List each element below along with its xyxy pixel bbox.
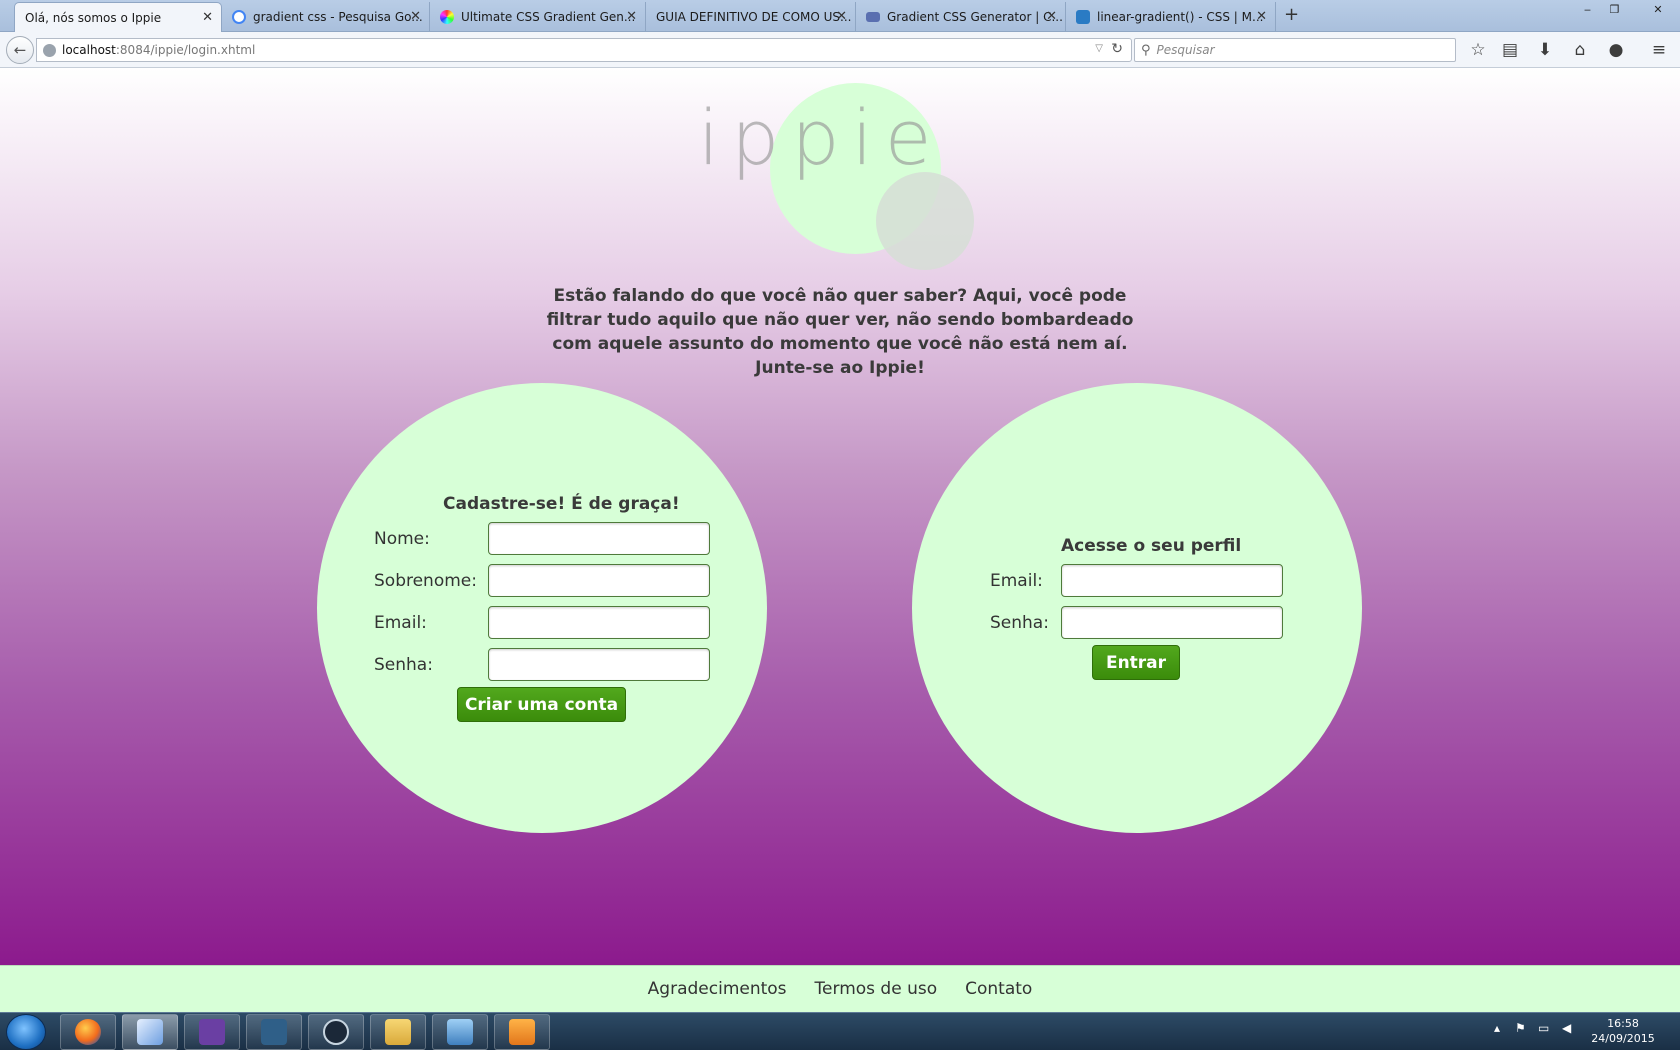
url-path: :8084/ippie/login.xhtml — [115, 43, 256, 57]
signup-password-label: Senha: — [374, 655, 433, 675]
tab-gradient-css-generator[interactable]: Gradient CSS Generator | C... ✕ — [856, 2, 1066, 32]
logo-circle-small — [876, 172, 974, 270]
login-button[interactable]: Entrar — [1092, 645, 1180, 680]
back-button[interactable]: ← — [6, 36, 34, 64]
login-email-field[interactable] — [1061, 564, 1283, 597]
dropdown-arrow-icon[interactable]: ▽ — [1095, 43, 1103, 54]
mysql-workbench-icon — [261, 1019, 287, 1045]
site-icon — [866, 12, 880, 22]
start-button[interactable] — [6, 1014, 46, 1050]
taskbar-firefox[interactable] — [60, 1014, 116, 1050]
footer: Agradecimentos Termos de uso Contato — [0, 965, 1680, 1012]
tab-title: GUIA DEFINITIVO DE COMO US... — [656, 10, 852, 24]
taskbar-photo-viewer[interactable] — [432, 1014, 488, 1050]
back-arrow-icon: ← — [13, 41, 27, 59]
tab-title: Olá, nós somos o Ippie — [25, 10, 162, 25]
close-tab-icon[interactable]: ✕ — [202, 10, 213, 25]
taskbar-mysql-workbench[interactable] — [246, 1014, 302, 1050]
surname-field[interactable] — [488, 564, 710, 597]
close-tab-icon[interactable]: ✕ — [1256, 9, 1267, 24]
clock-time: 16:58 — [1607, 1017, 1639, 1030]
login-title: Acesse o seu perfil — [1061, 536, 1242, 556]
tab-mdn-linear-gradient[interactable]: linear-gradient() - CSS | M... ✕ — [1066, 2, 1276, 32]
minimize-icon[interactable]: ‒ — [1574, 0, 1601, 18]
taskbar-media-player[interactable] — [494, 1014, 550, 1050]
chat-icon[interactable]: ● — [1605, 39, 1627, 61]
footer-link-contato[interactable]: Contato — [965, 979, 1032, 999]
taskbar: ▴ ⚑ ▭ ◀ 16:58 24/09/2015 — [0, 1012, 1680, 1050]
reload-icon[interactable]: ↻ — [1111, 41, 1123, 57]
taskbar-virtualbox[interactable] — [122, 1014, 178, 1050]
color-wheel-icon — [440, 10, 454, 24]
close-tab-icon[interactable]: ✕ — [1046, 9, 1057, 24]
taskbar-visual-studio[interactable] — [184, 1014, 240, 1050]
virtualbox-icon — [137, 1019, 163, 1045]
network-icon[interactable]: ▭ — [1538, 1021, 1549, 1035]
ippie-logo: ippie — [698, 93, 944, 182]
page-content: ippie Estão falando do que você não quer… — [0, 68, 1680, 965]
google-icon — [232, 10, 246, 24]
footer-link-agradecimentos[interactable]: Agradecimentos — [648, 979, 787, 999]
taskbar-steam[interactable] — [308, 1014, 364, 1050]
menu-icon[interactable]: ≡ — [1648, 39, 1670, 61]
visual-studio-icon — [199, 1019, 225, 1045]
home-icon[interactable]: ⌂ — [1569, 39, 1591, 61]
globe-icon — [43, 43, 56, 57]
restore-icon[interactable]: ❐ — [1601, 0, 1628, 18]
login-password-field[interactable] — [1061, 606, 1283, 639]
surname-label: Sobrenome: — [374, 571, 477, 591]
tab-guia[interactable]: GUIA DEFINITIVO DE COMO US... ✕ — [646, 2, 856, 32]
volume-icon[interactable]: ◀ — [1562, 1021, 1571, 1035]
tab-google-search[interactable]: gradient css - Pesquisa Go... ✕ — [222, 2, 430, 32]
tab-title: Gradient CSS Generator | C... — [887, 10, 1063, 24]
signup-password-field[interactable] — [488, 648, 710, 681]
close-tab-icon[interactable]: ✕ — [410, 9, 421, 24]
signup-email-label: Email: — [374, 613, 427, 633]
show-hidden-icons[interactable]: ▴ — [1494, 1021, 1500, 1035]
tab-ippie[interactable]: Olá, nós somos o Ippie ✕ — [14, 2, 222, 32]
taskbar-file-explorer[interactable] — [370, 1014, 426, 1050]
login-password-label: Senha: — [990, 613, 1049, 633]
url-host: localhost — [62, 43, 116, 57]
close-tab-icon[interactable]: ✕ — [836, 9, 847, 24]
close-tab-icon[interactable]: ✕ — [626, 9, 637, 24]
search-icon: ⚲ — [1141, 42, 1151, 58]
url-bar[interactable]: localhost :8084/ippie/login.xhtml ▽ ↻ — [36, 38, 1132, 62]
search-placeholder: Pesquisar — [1156, 43, 1215, 57]
create-account-button[interactable]: Criar uma conta — [457, 687, 626, 722]
tab-bar: Olá, nós somos o Ippie ✕ gradient css - … — [0, 0, 1680, 32]
tab-title: Ultimate CSS Gradient Gen... — [461, 10, 636, 24]
footer-link-termos[interactable]: Termos de uso — [815, 979, 938, 999]
media-player-icon — [509, 1019, 535, 1045]
name-field[interactable] — [488, 522, 710, 555]
download-icon[interactable]: ⬇ — [1534, 39, 1556, 61]
name-label: Nome: — [374, 529, 430, 549]
tab-gradient-generator[interactable]: Ultimate CSS Gradient Gen... ✕ — [430, 2, 646, 32]
tagline: Estão falando do que você não quer saber… — [546, 286, 1134, 378]
folder-icon — [385, 1019, 411, 1045]
mdn-icon — [1076, 10, 1090, 24]
firefox-icon — [75, 1019, 101, 1045]
photo-viewer-icon — [447, 1019, 473, 1045]
close-window-icon[interactable]: ✕ — [1640, 0, 1676, 18]
reading-list-icon[interactable]: ▤ — [1499, 39, 1521, 61]
new-tab-button[interactable]: + — [1284, 4, 1299, 25]
signup-title: Cadastre-se! É de graça! — [443, 494, 680, 514]
signup-email-field[interactable] — [488, 606, 710, 639]
navigation-toolbar: ← localhost :8084/ippie/login.xhtml ▽ ↻ … — [0, 32, 1680, 68]
action-center-flag-icon[interactable]: ⚑ — [1515, 1021, 1526, 1035]
tab-title: linear-gradient() - CSS | M... — [1097, 10, 1264, 24]
login-email-label: Email: — [990, 571, 1043, 591]
search-input[interactable]: ⚲ Pesquisar — [1134, 38, 1456, 62]
tab-title: gradient css - Pesquisa Go... — [253, 10, 423, 24]
star-icon[interactable]: ☆ — [1467, 39, 1489, 61]
steam-icon — [323, 1019, 349, 1045]
clock-date: 24/09/2015 — [1591, 1032, 1655, 1045]
system-clock[interactable]: 16:58 24/09/2015 — [1588, 1016, 1658, 1046]
